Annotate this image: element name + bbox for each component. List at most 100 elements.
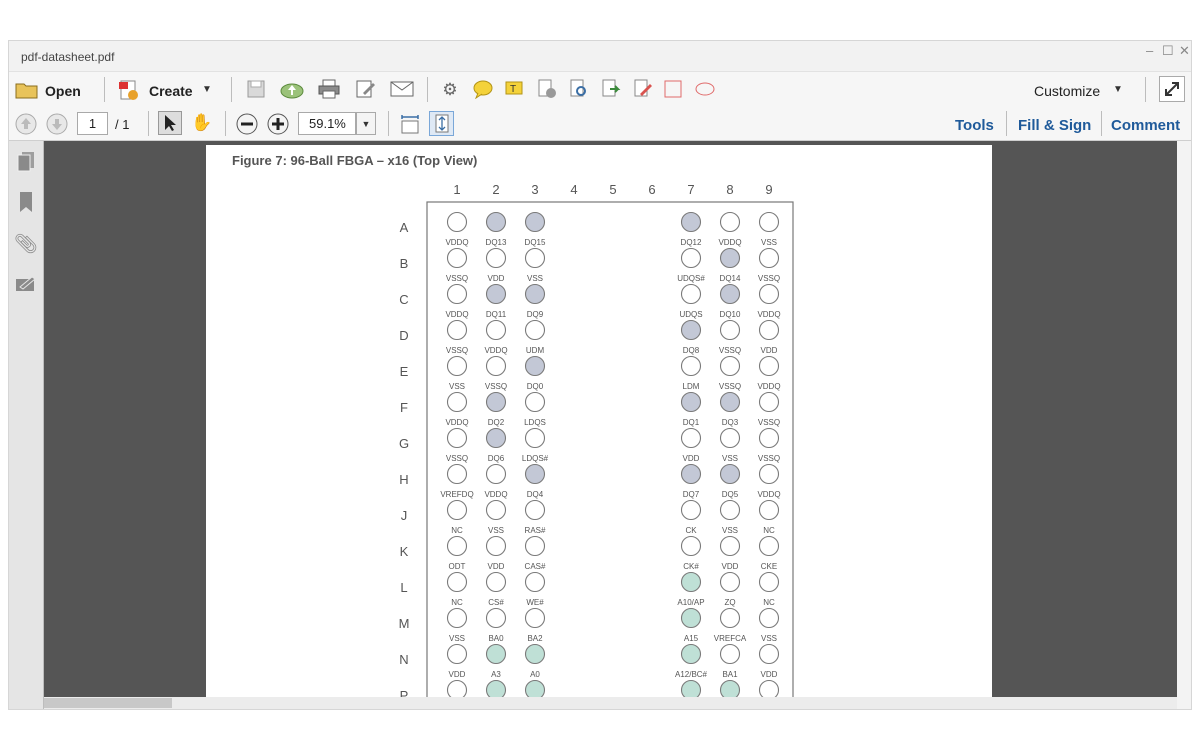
ball-pad: [680, 643, 702, 665]
page-thumbnails-icon[interactable]: [13, 149, 39, 175]
bookmarks-icon[interactable]: [13, 189, 39, 215]
acrobat-window: pdf-datasheet.pdf – ☐ ✕ Open Create ▼ ⚙ …: [8, 40, 1192, 710]
hand-tool-icon[interactable]: ✋: [190, 111, 214, 135]
ball-pad: [524, 283, 546, 305]
ball-pad: [485, 427, 507, 449]
customize-dropdown-icon[interactable]: ▼: [1111, 82, 1125, 96]
page-number-input[interactable]: 1: [77, 112, 108, 135]
ball-signal-label: UDM: [526, 346, 545, 355]
ball-pad: [680, 607, 702, 629]
ball-signal-label: VDDQ: [445, 418, 468, 427]
ball-signal-label: UDQS#: [677, 274, 705, 283]
column-number-label: 7: [687, 182, 694, 197]
create-button[interactable]: Create: [149, 81, 193, 101]
ball-pad: [485, 247, 507, 269]
ball-pad: [524, 211, 546, 233]
zoom-level-input[interactable]: 59.1%: [298, 112, 356, 135]
customize-button[interactable]: Customize: [1034, 81, 1100, 101]
gear-icon[interactable]: ⚙: [439, 79, 461, 101]
save-icon[interactable]: [245, 78, 267, 100]
ball-pad: [758, 355, 780, 377]
ball-pad: [758, 391, 780, 413]
document-viewer[interactable]: Figure 7: 96-Ball FBGA – x16 (Top View) …: [44, 141, 1191, 709]
ball-pad: [446, 211, 468, 233]
email-icon[interactable]: [389, 78, 415, 100]
minimize-icon[interactable]: –: [1146, 43, 1153, 58]
cloud-upload-icon[interactable]: [279, 78, 305, 100]
ball-signal-label: VSSQ: [446, 274, 468, 283]
sign-document-icon[interactable]: [631, 78, 655, 100]
delete-page-icon[interactable]: [535, 78, 559, 100]
ball-pad: [524, 535, 546, 557]
cloud-shape-icon[interactable]: [693, 78, 717, 100]
ball-pad: [446, 463, 468, 485]
ball-signal-label: DQ6: [488, 454, 505, 463]
ball-pad: [446, 607, 468, 629]
comment-pane-button[interactable]: Comment: [1111, 115, 1180, 135]
vertical-scrollbar[interactable]: [1177, 141, 1191, 709]
previous-page-icon[interactable]: [14, 112, 38, 136]
open-button[interactable]: Open: [45, 81, 81, 101]
ball-signal-label: VDD: [449, 670, 466, 679]
search-page-icon[interactable]: [567, 78, 591, 100]
rectangle-tool-icon[interactable]: [662, 78, 684, 100]
fit-width-icon[interactable]: [398, 112, 422, 136]
folder-icon[interactable]: [13, 79, 41, 101]
ball-signal-label: RAS#: [525, 526, 546, 535]
tools-pane-button[interactable]: Tools: [955, 115, 994, 135]
ball-signal-label: VSS: [527, 274, 543, 283]
highlight-text-icon[interactable]: T: [503, 78, 527, 100]
ball-pad: [758, 211, 780, 233]
horizontal-scrollbar[interactable]: [44, 697, 1177, 709]
ball-pad: [524, 499, 546, 521]
ball-signal-label: UDQS: [679, 310, 702, 319]
ball-signal-label: BA2: [527, 634, 543, 643]
ball-signal-label: A0: [530, 670, 540, 679]
ball-signal-label: VSSQ: [758, 454, 780, 463]
attachments-icon[interactable]: 📎︎: [13, 231, 39, 257]
zoom-in-icon[interactable]: [266, 112, 290, 136]
print-icon[interactable]: [317, 78, 341, 100]
ball-pad: [719, 535, 741, 557]
ball-signal-label: DQ15: [525, 238, 546, 247]
row-letter-label: B: [400, 256, 409, 271]
export-page-icon[interactable]: [599, 78, 623, 100]
ball-signal-label: CAS#: [525, 562, 546, 571]
expand-icon[interactable]: [1159, 76, 1185, 102]
main-toolbar: Open Create ▼ ⚙ T Customize ▼: [9, 71, 1191, 108]
edit-document-icon[interactable]: [354, 78, 378, 100]
create-pdf-icon[interactable]: [117, 78, 141, 102]
column-number-label: 5: [609, 182, 616, 197]
ball-pad: [758, 283, 780, 305]
next-page-icon[interactable]: [45, 112, 69, 136]
horizontal-scroll-thumb[interactable]: [44, 698, 172, 708]
ball-pad: [485, 643, 507, 665]
row-letter-label: H: [399, 472, 408, 487]
ball-signal-label: DQ3: [722, 418, 739, 427]
signatures-icon[interactable]: [13, 271, 39, 297]
ball-signal-label: DQ7: [683, 490, 700, 499]
column-number-label: 2: [492, 182, 499, 197]
zoom-out-icon[interactable]: [235, 112, 259, 136]
ball-signal-label: ZQ: [724, 598, 735, 607]
ball-signal-label: VSS: [488, 526, 504, 535]
row-letter-label: F: [400, 400, 408, 415]
ball-signal-label: NC: [451, 526, 463, 535]
zoom-dropdown-icon[interactable]: ▼: [356, 112, 376, 135]
maximize-icon[interactable]: ☐: [1162, 43, 1174, 59]
ball-signal-label: DQ13: [486, 238, 507, 247]
ball-pad: [485, 355, 507, 377]
fill-sign-pane-button[interactable]: Fill & Sign: [1018, 115, 1091, 135]
pdf-page: Figure 7: 96-Ball FBGA – x16 (Top View) …: [206, 145, 992, 709]
ball-signal-label: DQ12: [681, 238, 702, 247]
ball-signal-label: VSSQ: [758, 418, 780, 427]
ball-signal-label: A15: [684, 634, 699, 643]
close-icon[interactable]: ✕: [1179, 43, 1190, 59]
create-dropdown-icon[interactable]: ▼: [200, 82, 214, 96]
select-tool-icon[interactable]: [158, 111, 182, 135]
ball-signal-label: VSSQ: [446, 346, 468, 355]
ball-pad: [524, 319, 546, 341]
fit-page-icon[interactable]: [429, 111, 454, 136]
ball-pad: [446, 535, 468, 557]
comment-bubble-icon[interactable]: [471, 78, 495, 100]
